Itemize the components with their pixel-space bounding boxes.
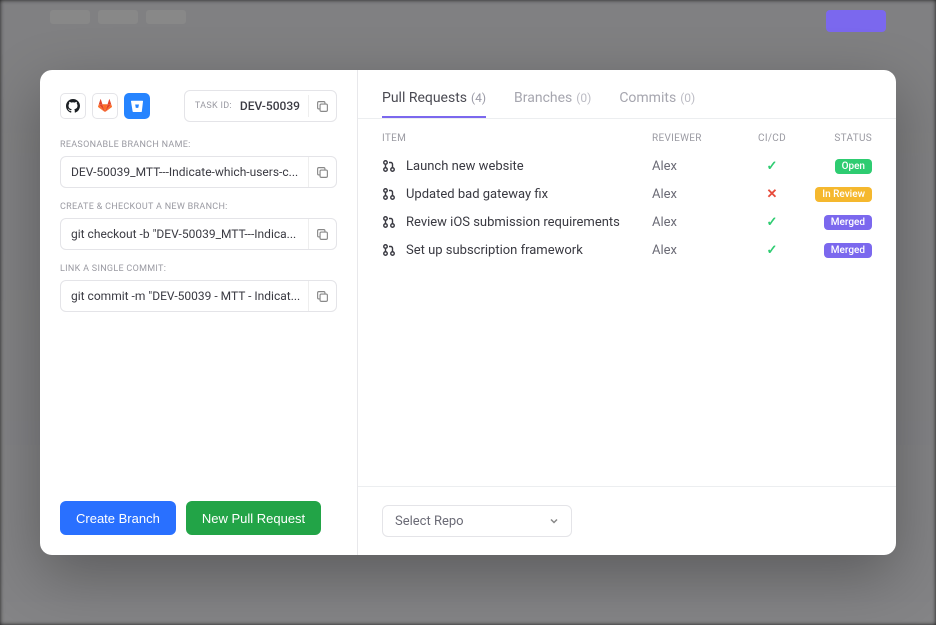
- status-badge: Open: [835, 159, 872, 174]
- col-cicd: CI/CD: [742, 133, 802, 144]
- copy-task-id-button[interactable]: [308, 95, 330, 117]
- left-pane: TASK ID: DEV-50039 REASONABLE BRANCH NAM…: [40, 70, 358, 555]
- copy-branch-name-button[interactable]: [308, 157, 336, 187]
- tab-label: Commits: [619, 90, 676, 106]
- commit-label: LINK A SINGLE COMMIT:: [60, 264, 337, 274]
- pr-row[interactable]: Updated bad gateway fix Alex ✕ In Review: [358, 180, 896, 208]
- tab-count: (4): [471, 91, 486, 105]
- github-icon-button[interactable]: [60, 93, 86, 119]
- copy-icon: [316, 166, 329, 179]
- chevron-down-icon: [549, 516, 559, 526]
- ci-fail-icon: ✕: [767, 187, 778, 202]
- create-branch-button[interactable]: Create Branch: [60, 501, 176, 535]
- tab-pull-requests[interactable]: Pull Requests (4): [382, 90, 486, 118]
- pr-title: Review iOS submission requirements: [406, 215, 620, 230]
- pr-ci: ✓: [742, 159, 802, 174]
- status-badge: Merged: [824, 243, 872, 258]
- ci-pass-icon: ✓: [767, 159, 778, 174]
- ci-pass-icon: ✓: [767, 243, 778, 258]
- tab-branches[interactable]: Branches (0): [514, 90, 591, 118]
- tab-count: (0): [576, 91, 591, 105]
- tab-label: Branches: [514, 90, 572, 106]
- table-header: ITEM REVIEWER CI/CD STATUS: [358, 119, 896, 152]
- git-modal: TASK ID: DEV-50039 REASONABLE BRANCH NAM…: [40, 70, 896, 555]
- commit-value: git commit -m "DEV-50039 - MTT - Indicat…: [71, 289, 308, 303]
- checkout-field: git checkout -b "DEV-50039_MTT---Indica.…: [60, 218, 337, 250]
- select-repo-label: Select Repo: [395, 514, 464, 529]
- col-reviewer: REVIEWER: [652, 133, 742, 144]
- pr-reviewer: Alex: [652, 159, 742, 174]
- pr-title: Launch new website: [406, 159, 524, 174]
- pull-request-icon: [382, 243, 396, 257]
- copy-checkout-button[interactable]: [308, 219, 336, 249]
- pr-reviewer: Alex: [652, 215, 742, 230]
- status-badge: In Review: [815, 187, 872, 202]
- right-pane: Pull Requests (4) Branches (0) Commits (…: [358, 70, 896, 555]
- tab-commits[interactable]: Commits (0): [619, 90, 695, 118]
- checkout-label: CREATE & CHECKOUT A NEW BRANCH:: [60, 202, 337, 212]
- github-icon: [66, 99, 80, 113]
- pr-ci: ✕: [742, 187, 802, 202]
- commit-field: git commit -m "DEV-50039 - MTT - Indicat…: [60, 280, 337, 312]
- task-id-box: TASK ID: DEV-50039: [184, 90, 337, 122]
- task-id-value: DEV-50039: [240, 99, 300, 113]
- bitbucket-icon-button[interactable]: [124, 93, 150, 119]
- pull-request-icon: [382, 187, 396, 201]
- ci-pass-icon: ✓: [767, 215, 778, 230]
- branch-name-label: REASONABLE BRANCH NAME:: [60, 140, 337, 150]
- task-id-label: TASK ID:: [195, 101, 232, 111]
- pr-row[interactable]: Review iOS submission requirements Alex ✓ M…: [358, 208, 896, 236]
- gitlab-icon-button[interactable]: [92, 93, 118, 119]
- branch-name-value: DEV-50039_MTT---Indicate-which-users-c..…: [71, 165, 308, 179]
- pr-ci: ✓: [742, 215, 802, 230]
- pr-reviewer: Alex: [652, 243, 742, 258]
- tab-count: (0): [680, 91, 695, 105]
- pr-reviewer: Alex: [652, 187, 742, 202]
- pr-row[interactable]: Launch new website Alex ✓ Open: [358, 152, 896, 180]
- col-item: ITEM: [382, 133, 652, 144]
- tab-label: Pull Requests: [382, 90, 467, 106]
- col-status: STATUS: [802, 133, 872, 144]
- pr-row[interactable]: Set up subscription framework Alex ✓ Merged: [358, 236, 896, 264]
- copy-commit-button[interactable]: [308, 281, 336, 311]
- pull-request-icon: [382, 159, 396, 173]
- copy-icon: [316, 290, 329, 303]
- copy-icon: [316, 228, 329, 241]
- bitbucket-icon: [131, 100, 143, 112]
- status-badge: Merged: [824, 215, 872, 230]
- branch-name-field: DEV-50039_MTT---Indicate-which-users-c..…: [60, 156, 337, 188]
- new-pull-request-button[interactable]: New Pull Request: [186, 501, 321, 535]
- gitlab-icon: [98, 99, 112, 113]
- checkout-value: git checkout -b "DEV-50039_MTT---Indica.…: [71, 227, 308, 241]
- pr-title: Updated bad gateway fix: [406, 187, 548, 202]
- pr-title: Set up subscription framework: [406, 243, 583, 258]
- pull-request-icon: [382, 215, 396, 229]
- select-repo-dropdown[interactable]: Select Repo: [382, 505, 572, 537]
- pr-ci: ✓: [742, 243, 802, 258]
- copy-icon: [316, 100, 329, 113]
